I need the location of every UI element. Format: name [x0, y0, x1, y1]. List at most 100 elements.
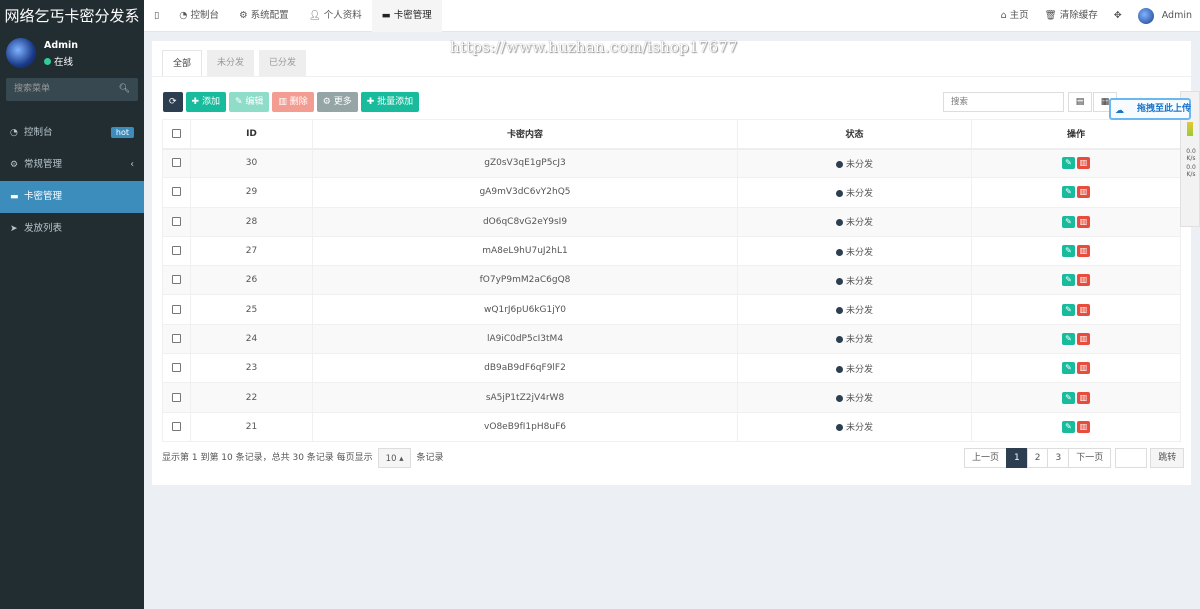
- home-link[interactable]: ⌂ 主页: [993, 0, 1037, 32]
- sidebar-item-label: 常规管理: [24, 159, 63, 170]
- col-id[interactable]: ID: [190, 119, 313, 150]
- speed-unit: K/s: [1186, 155, 1196, 162]
- edit-row-icon[interactable]: ✎: [1062, 303, 1075, 316]
- select-all-checkbox[interactable]: [172, 128, 181, 138]
- row-id: 30: [190, 147, 313, 179]
- refresh-button[interactable]: ⟳: [163, 92, 183, 112]
- tab-sent[interactable]: 已分发: [259, 50, 307, 76]
- chevron-left-icon: ‹: [130, 159, 134, 170]
- delete-row-icon[interactable]: ▥: [1077, 420, 1090, 433]
- row-actions: ✎ ▥: [971, 382, 1181, 413]
- edit-row-icon[interactable]: ✎: [1062, 157, 1075, 170]
- row-checkbox[interactable]: [172, 275, 181, 285]
- next-page-button[interactable]: 下一页: [1068, 448, 1112, 468]
- table-row[interactable]: 29 gA9mV3dC6vY2hQ5 未分发 ✎ ▥: [162, 177, 1181, 208]
- content-panel: 全部 未分发 已分发 ⟳ ✚ 添加 ✎ 编辑 ▥ 删除 ⚙ 更多 ✚ 批量添加 …: [152, 41, 1191, 485]
- batch-add-button[interactable]: ✚ 批量添加: [360, 92, 420, 112]
- pagination-suffix: 条记录: [416, 453, 444, 463]
- table-row[interactable]: 30 gZ0sV3qE1gP5cJ3 未分发 ✎ ▥: [162, 147, 1181, 179]
- table-row[interactable]: 28 dO6qC8vG2eY9sI9 未分发 ✎ ▥: [162, 206, 1181, 237]
- tab-card-management[interactable]: ▬ 卡密管理: [371, 0, 442, 32]
- table-search-input[interactable]: 搜索: [943, 92, 1064, 112]
- page-size-select[interactable]: 10 ▴: [377, 448, 412, 468]
- page-3-button[interactable]: 3: [1047, 448, 1070, 468]
- dashboard-icon: ◔: [10, 128, 18, 138]
- row-checkbox[interactable]: [172, 421, 181, 431]
- table-row[interactable]: 26 fO7yP9mM2aC6gQ8 未分发 ✎ ▥: [162, 265, 1181, 296]
- row-checkbox[interactable]: [172, 392, 181, 402]
- add-button[interactable]: ✚ 添加: [185, 92, 226, 112]
- row-actions: ✎ ▥: [971, 177, 1181, 208]
- delete-row-icon[interactable]: ▥: [1077, 274, 1090, 287]
- edit-row-icon[interactable]: ✎: [1062, 332, 1075, 345]
- edit-button[interactable]: ✎ 编辑: [228, 92, 270, 112]
- edit-row-icon[interactable]: ✎: [1062, 186, 1075, 199]
- row-actions: ✎ ▥: [971, 235, 1181, 267]
- row-status: 未分发: [845, 364, 873, 375]
- list-view-icon[interactable]: ▤: [1068, 92, 1092, 112]
- table-row[interactable]: 27 mA8eL9hU7uJ2hL1 未分发 ✎ ▥: [162, 235, 1181, 267]
- delete-row-icon[interactable]: ▥: [1077, 186, 1090, 199]
- jump-page-input[interactable]: [1115, 448, 1148, 468]
- row-checkbox[interactable]: [172, 304, 181, 314]
- page-1-button[interactable]: 1: [1006, 448, 1028, 468]
- edit-row-icon[interactable]: ✎: [1062, 391, 1075, 404]
- top-tabs: ▯ ◔ 控制台 ⚙ 系统配置 👤︎ 个人资料 ▬ 卡密管理: [144, 0, 442, 32]
- sidebar-toggle-button[interactable]: ▯: [144, 0, 169, 32]
- delete-row-icon[interactable]: ▥: [1077, 157, 1090, 170]
- delete-row-icon[interactable]: ▥: [1077, 332, 1090, 345]
- home-label: 主页: [1009, 10, 1029, 21]
- status-dot-icon: [835, 424, 843, 432]
- sidebar-item-dashboard[interactable]: ◔ 控制台 hot: [0, 117, 144, 149]
- tab-profile[interactable]: 👤︎ 个人资料: [299, 0, 372, 32]
- edit-row-icon[interactable]: ✎: [1062, 215, 1075, 228]
- col-status[interactable]: 状态: [737, 119, 972, 150]
- more-button[interactable]: ⚙ 更多: [316, 92, 358, 112]
- delete-row-icon[interactable]: ▥: [1077, 215, 1090, 228]
- delete-button[interactable]: ▥ 删除: [272, 92, 314, 112]
- delete-row-icon[interactable]: ▥: [1077, 362, 1090, 375]
- table-row[interactable]: 24 lA9iC0dP5cI3tM4 未分发 ✎ ▥: [162, 323, 1181, 355]
- upload-drop-widget[interactable]: ☁ 拖拽至此上传: [1109, 98, 1191, 120]
- sidebar-item-send-list[interactable]: ➤ 发放列表: [0, 213, 144, 245]
- row-checkbox[interactable]: [172, 158, 181, 168]
- delete-row-icon[interactable]: ▥: [1077, 303, 1090, 316]
- clear-cache-button[interactable]: 🗑︎ 清除缓存: [1037, 0, 1106, 32]
- fullscreen-icon[interactable]: ✥: [1106, 0, 1130, 32]
- jump-button[interactable]: 跳转: [1150, 448, 1185, 468]
- table-row[interactable]: 21 vO8eB9fI1pH8uF6 未分发 ✎ ▥: [162, 411, 1181, 442]
- tab-all[interactable]: 全部: [162, 50, 203, 76]
- row-select-cell: [162, 323, 191, 355]
- tab-unsent[interactable]: 未分发: [207, 50, 255, 76]
- row-id: 26: [190, 265, 313, 296]
- sidebar-item-general[interactable]: ⚙ 常规管理 ‹: [0, 149, 144, 181]
- menu-search-input[interactable]: 搜索菜单 🔍︎: [6, 78, 138, 101]
- tab-system-config[interactable]: ⚙ 系统配置: [229, 0, 299, 32]
- edit-row-icon[interactable]: ✎: [1062, 274, 1075, 287]
- delete-row-icon[interactable]: ▥: [1077, 245, 1090, 258]
- row-status-cell: 未分发: [737, 294, 972, 325]
- edit-row-icon[interactable]: ✎: [1062, 362, 1075, 375]
- row-checkbox[interactable]: [172, 246, 181, 256]
- tab-label: 系统配置: [250, 10, 289, 21]
- row-checkbox[interactable]: [172, 187, 181, 197]
- edit-row-icon[interactable]: ✎: [1062, 245, 1075, 258]
- tab-dashboard[interactable]: ◔ 控制台: [169, 0, 229, 32]
- table-row[interactable]: 23 dB9aB9dF6qF9lF2 未分发 ✎ ▥: [162, 353, 1181, 384]
- delete-row-icon[interactable]: ▥: [1077, 391, 1090, 404]
- edit-row-icon[interactable]: ✎: [1062, 420, 1075, 433]
- row-select-cell: [162, 177, 191, 208]
- row-checkbox[interactable]: [172, 216, 181, 226]
- row-status: 未分发: [845, 394, 873, 405]
- table-row[interactable]: 25 wQ1rJ6pU6kG1jY0 未分发 ✎ ▥: [162, 294, 1181, 325]
- row-checkbox[interactable]: [172, 333, 181, 343]
- row-checkbox[interactable]: [172, 363, 181, 373]
- page-2-button[interactable]: 2: [1026, 448, 1049, 468]
- user-menu[interactable]: Admin: [1130, 0, 1200, 32]
- search-icon[interactable]: 🔍︎: [119, 78, 130, 101]
- app-brand[interactable]: 网络乞丐卡密分发系: [0, 0, 144, 32]
- prev-page-button[interactable]: 上一页: [964, 448, 1008, 468]
- table-row[interactable]: 22 sA5jP1tZ2jV4rW8 未分发 ✎ ▥: [162, 382, 1181, 413]
- col-content[interactable]: 卡密内容: [312, 119, 738, 150]
- sidebar-item-card-management[interactable]: ▬ 卡密管理: [0, 181, 144, 213]
